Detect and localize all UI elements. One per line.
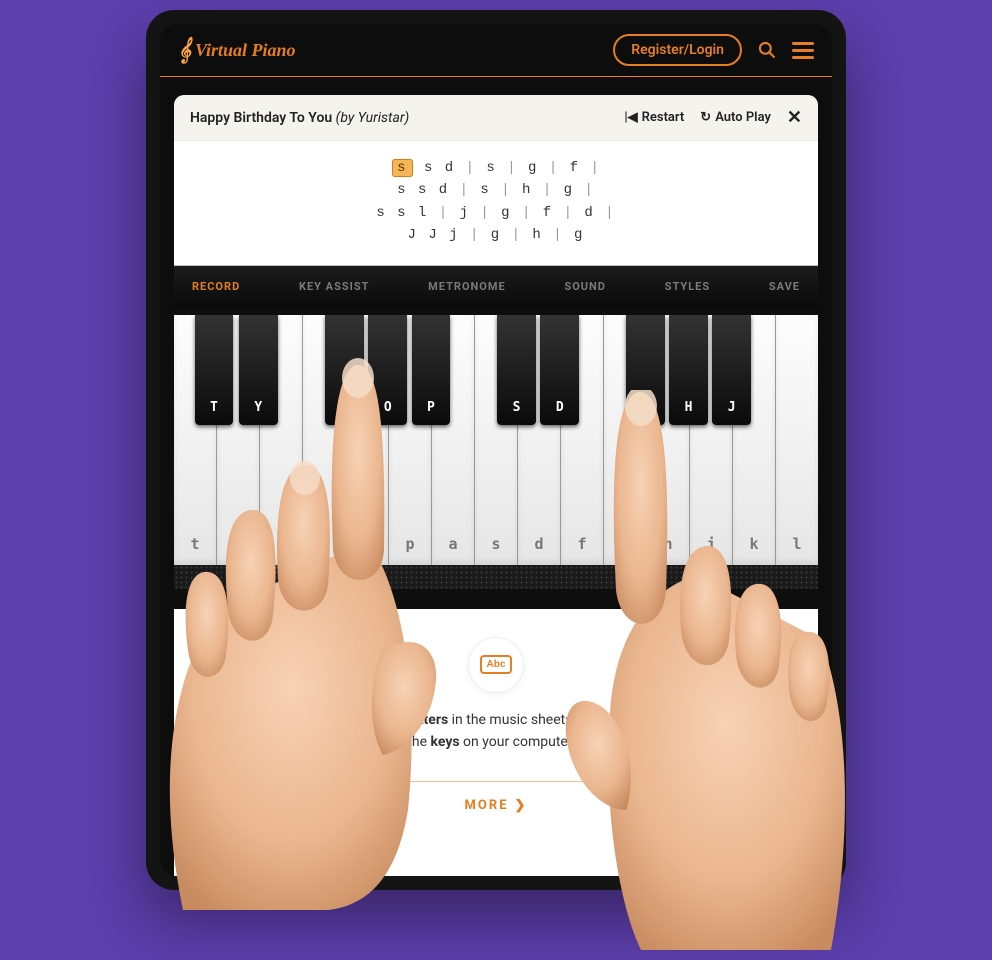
song-title-name: Happy Birthday To You — [190, 110, 332, 126]
header-right: Register/Login — [613, 34, 814, 66]
piano-container: tyuiopasdfghjkl TYIOPSDGHJ — [174, 307, 818, 609]
autoplay-button[interactable]: ↻ Auto Play — [700, 110, 771, 125]
more-button[interactable]: MORE ❯ — [465, 798, 528, 813]
music-sheet: s s d | s | g | f |s s d | s | h | g |s … — [174, 140, 818, 266]
abc-icon: Abc — [480, 655, 513, 674]
close-icon[interactable]: ✕ — [787, 107, 802, 128]
instruction-icon-circle: Abc — [468, 637, 524, 693]
instruction-panel: Abc 2. Letters in the music sheets Pr in… — [174, 609, 818, 876]
tab-save[interactable]: SAVE — [769, 280, 800, 293]
sheet-line: s s l | j | g | f | d | — [174, 202, 818, 224]
tablet-frame: 𝄞 Virtual Piano Register/Login Happy Bir… — [146, 10, 846, 890]
black-key-P[interactable]: P — [412, 315, 451, 425]
song-controls: |◀ Restart ↻ Auto Play ✕ — [624, 107, 802, 128]
sheet-line: s s d | s | g | f | — [174, 157, 818, 179]
black-key-D[interactable]: D — [540, 315, 579, 425]
black-key-G[interactable]: G — [626, 315, 665, 425]
autoplay-label: Auto Play — [715, 110, 771, 125]
more-label: MORE — [465, 798, 509, 813]
divider — [327, 781, 665, 782]
restart-icon: |◀ — [624, 110, 637, 125]
tab-sound[interactable]: SOUND — [564, 280, 606, 293]
screen: 𝄞 Virtual Piano Register/Login Happy Bir… — [160, 24, 832, 876]
black-key-J[interactable]: J — [712, 315, 751, 425]
sheet-line: J J j | g | h | g — [174, 224, 818, 246]
autoplay-icon: ↻ — [700, 110, 711, 125]
song-bar: Happy Birthday To You (by Yuristar) |◀ R… — [174, 95, 818, 140]
piano-speaker-strip — [174, 565, 818, 589]
black-key-S[interactable]: S — [497, 315, 536, 425]
black-keys: TYIOPSDGHJ — [174, 315, 818, 425]
black-key-I[interactable]: I — [325, 315, 364, 425]
menu-icon[interactable] — [792, 39, 814, 61]
app-logo[interactable]: 𝄞 Virtual Piano — [178, 37, 296, 63]
black-key-O[interactable]: O — [368, 315, 407, 425]
tab-metronome[interactable]: METRONOME — [428, 280, 506, 293]
sheet-line: s s d | s | h | g | — [174, 179, 818, 201]
song-attribution: (by Yuristar) — [336, 110, 410, 126]
chevron-right-icon: ❯ — [515, 798, 528, 813]
restart-label: Restart — [642, 110, 685, 125]
tab-record[interactable]: RECORD — [192, 280, 240, 293]
restart-button[interactable]: |◀ Restart — [624, 110, 684, 125]
keyboard: tyuiopasdfghjkl TYIOPSDGHJ — [174, 315, 818, 565]
register-login-button[interactable]: Register/Login — [613, 34, 742, 66]
logo-text: Virtual Piano — [195, 40, 296, 61]
song-title: Happy Birthday To You (by Yuristar) — [190, 110, 409, 126]
search-icon[interactable] — [756, 39, 778, 61]
tab-key-assist[interactable]: KEY ASSIST — [299, 280, 369, 293]
app-header: 𝄞 Virtual Piano Register/Login — [160, 24, 832, 77]
logo-icon: 𝄞 — [178, 37, 191, 63]
instruction-text: 2. Letters in the music sheets Pr in the… — [359, 709, 633, 754]
tool-tabs: RECORD KEY ASSIST METRONOME SOUND STYLES SAVE — [174, 266, 818, 307]
black-key-H[interactable]: H — [669, 315, 708, 425]
tab-styles[interactable]: STYLES — [665, 280, 710, 293]
black-key-Y[interactable]: Y — [239, 315, 278, 425]
black-key-T[interactable]: T — [195, 315, 234, 425]
